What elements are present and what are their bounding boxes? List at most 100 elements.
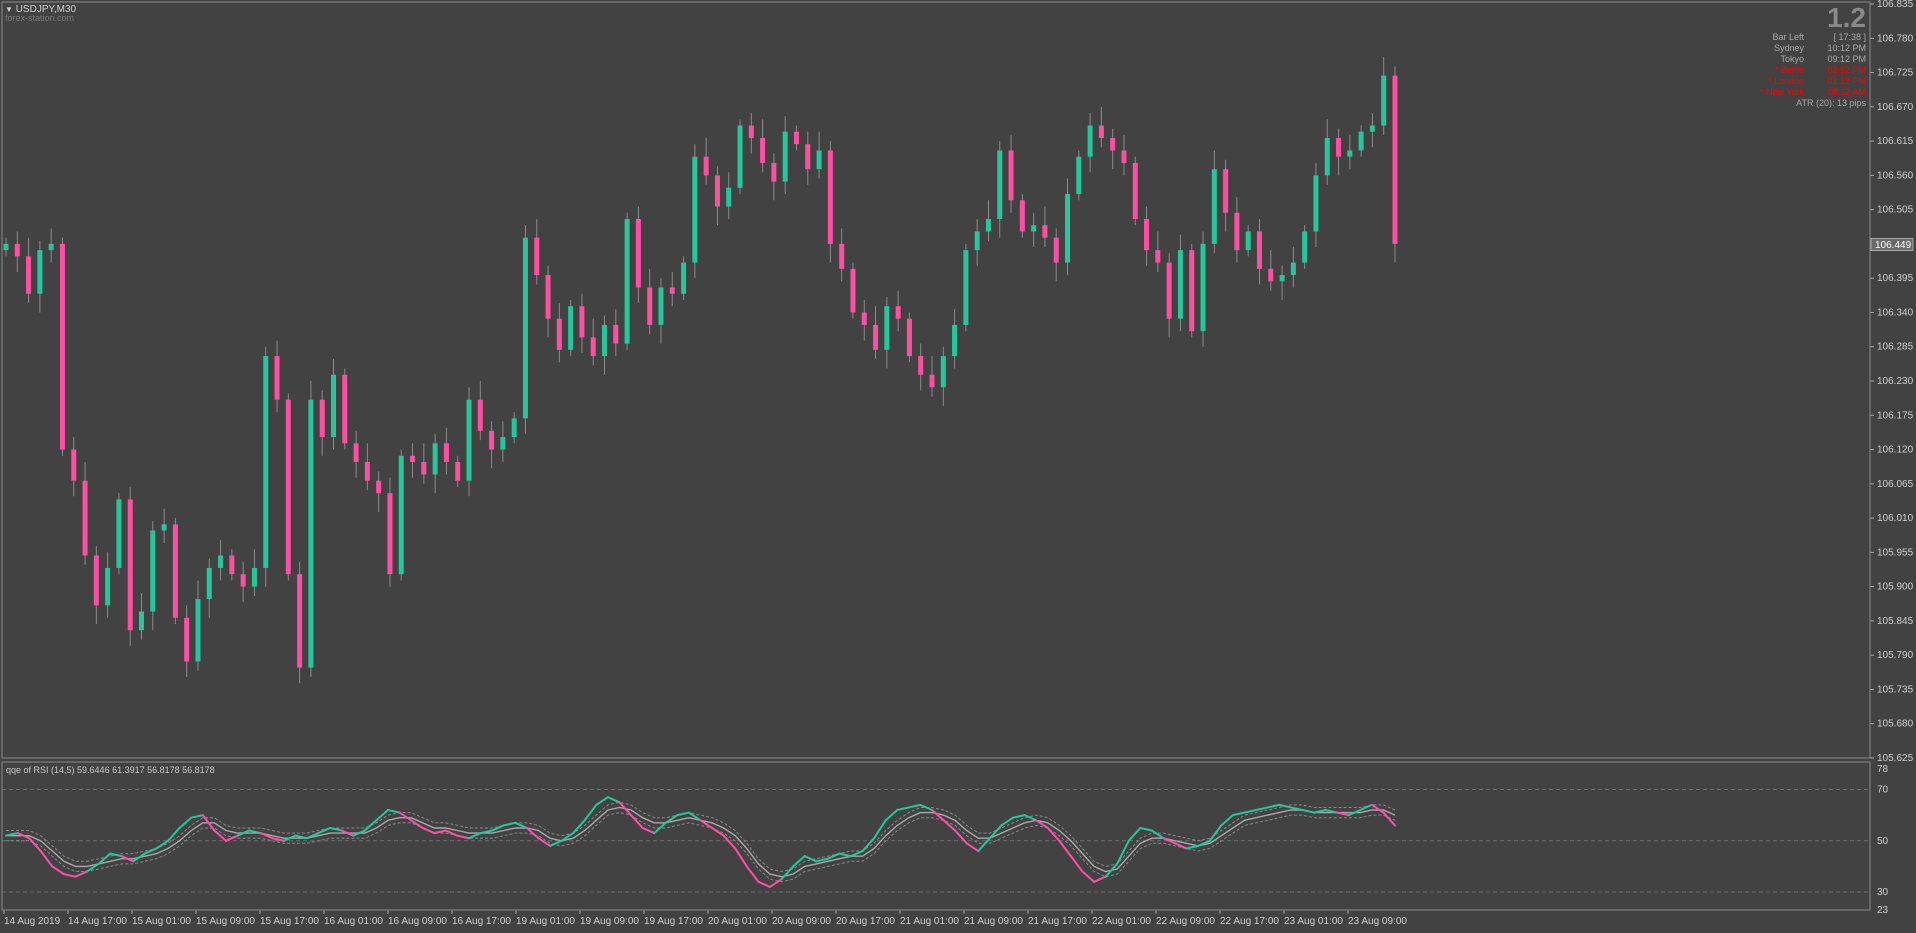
qqe-rsi-segment: [456, 834, 470, 840]
price-tick-label: 106.670: [1877, 102, 1914, 113]
bull-candle: [48, 243, 54, 251]
qqe-rsi-segment: [491, 824, 505, 832]
bull-candle: [150, 530, 156, 612]
qqe-rsi-segment: [1266, 803, 1281, 809]
price-tick-label: 106.780: [1877, 33, 1914, 44]
indicator-tick-label: 50: [1877, 836, 1889, 847]
bear-candle: [805, 144, 811, 170]
price-tick-label: 106.285: [1877, 342, 1914, 353]
bull-candle: [737, 125, 743, 188]
bear-candle: [14, 243, 20, 257]
watermark-text: forex-station.com: [5, 13, 75, 23]
bear-candle: [895, 306, 901, 319]
qqe-rsi-segment: [1255, 806, 1269, 812]
bear-candle: [184, 617, 190, 662]
bear-candle: [489, 430, 495, 450]
indicator-panel-frame: [1, 761, 1871, 911]
bear-candle: [1053, 237, 1059, 263]
bear-candle: [1042, 225, 1048, 238]
qqe-rsi-segment: [873, 819, 887, 840]
price-tick-label: 105.955: [1877, 547, 1914, 558]
price-tick-label: 106.065: [1877, 479, 1914, 490]
session-time: 10:12 PM: [1827, 43, 1866, 53]
bull-candle: [1200, 243, 1206, 332]
price-tick-label: 106.725: [1877, 68, 1914, 79]
price-tick-label: 106.395: [1877, 273, 1914, 284]
bear-candle: [1019, 200, 1025, 232]
bull-candle: [602, 324, 608, 357]
bull-candle: [263, 356, 269, 568]
price-tick-label: 106.340: [1877, 307, 1914, 318]
bull-candle: [816, 150, 822, 170]
bull-candle: [1290, 262, 1296, 276]
qqe-rsi-segment: [907, 803, 922, 809]
bull-candle: [1302, 231, 1308, 263]
time-tick-label: 19 Aug 17:00: [644, 916, 703, 927]
bull-candle: [1381, 75, 1387, 126]
bull-candle: [251, 567, 257, 587]
time-tick-label: 20 Aug 17:00: [836, 916, 895, 927]
price-tick-label: 106.010: [1877, 513, 1914, 524]
time-tick-label: 16 Aug 17:00: [452, 916, 511, 927]
qqe-rsi-segment: [398, 811, 413, 822]
bear-candle: [918, 356, 924, 375]
bear-candle: [229, 555, 235, 575]
bear-candle: [1189, 250, 1195, 332]
qqe-rsi-segment: [74, 870, 89, 878]
session-label: * London: [1767, 76, 1804, 86]
price-tick-label: 105.735: [1877, 684, 1914, 695]
bear-candle: [556, 318, 562, 350]
bear-candle: [929, 374, 935, 388]
price-tick-label: 106.505: [1877, 205, 1914, 216]
bear-candle: [387, 493, 393, 575]
bull-candle: [658, 287, 664, 325]
bull-candle: [3, 243, 9, 251]
bear-candle: [635, 218, 641, 288]
qqe-rsi-segment: [1081, 870, 1096, 883]
indicator-tick-label: 78: [1877, 764, 1889, 775]
time-tick-label: 22 Aug 09:00: [1156, 916, 1215, 927]
indicator-label: qqe of RSI (14,5) 59.6446 61.3917 56.817…: [6, 765, 215, 775]
session-time: 01:12 PM: [1827, 76, 1866, 86]
time-tick-label: 19 Aug 09:00: [580, 916, 639, 927]
bull-candle: [218, 555, 224, 568]
bull-candle: [398, 455, 404, 575]
qqe-signal-line: [6, 806, 1396, 878]
bull-candle: [37, 250, 43, 294]
current-price-label: 106.449: [1875, 240, 1912, 251]
session-label: Sydney: [1773, 43, 1804, 53]
bear-candle: [127, 499, 133, 631]
qqe-rsi-segment: [155, 839, 170, 850]
bear-candle: [827, 150, 833, 244]
bear-candle: [240, 574, 246, 587]
bull-candle: [985, 218, 991, 232]
qqe-rsi-segment: [317, 826, 332, 835]
bull-candle: [940, 356, 946, 388]
bear-candle: [455, 462, 461, 481]
bull-candle: [1358, 131, 1364, 151]
qqe-rsi-segment: [433, 829, 447, 835]
price-tick-label: 106.835: [1877, 0, 1914, 10]
bull-candle: [1245, 231, 1251, 251]
qqe-rsi-segment: [977, 837, 991, 853]
bear-candle: [274, 356, 280, 400]
price-panel-frame: [1, 1, 1871, 759]
qqe-rsi-segment: [386, 809, 401, 814]
bear-candle: [793, 131, 799, 145]
bear-candle: [1098, 125, 1104, 138]
bear-candle: [1392, 75, 1398, 244]
qqe-rsi-segment: [745, 865, 760, 883]
session-label: Tokyo: [1780, 54, 1804, 64]
bull-candle: [195, 599, 201, 662]
qqe-rsi-segment: [1139, 826, 1153, 832]
qqe-rsi-segment: [549, 839, 563, 847]
qqe-rsi-segment: [1301, 809, 1315, 814]
bull-candle: [568, 306, 574, 350]
chart-canvas[interactable]: 106.835 106.780 106.725 106.670 106.615 106.5…: [0, 0, 1916, 933]
bear-candle: [82, 480, 88, 556]
price-tick-label: 106.615: [1877, 136, 1914, 147]
bull-candle: [1369, 125, 1375, 132]
qqe-rsi-segment: [641, 826, 656, 835]
bear-candle: [579, 306, 585, 338]
qqe-rsi-segment: [1243, 809, 1258, 814]
